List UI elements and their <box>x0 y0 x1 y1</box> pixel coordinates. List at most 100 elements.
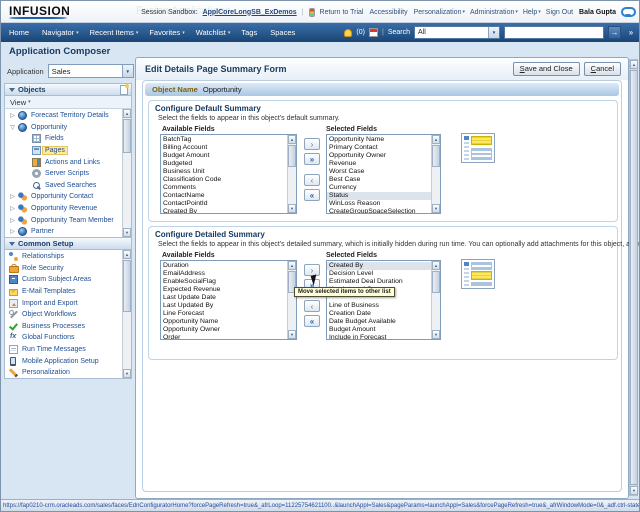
tree-item[interactable]: ▷ Opportunity Team Member <box>5 214 122 226</box>
common-setup-item[interactable]: Relationships <box>5 251 122 263</box>
list-item[interactable]: CreateGroupSpaceSelection <box>327 208 431 213</box>
scroll-up-icon[interactable]: ▲ <box>123 250 131 259</box>
scroll-up-icon[interactable]: ▲ <box>630 60 638 69</box>
selected-fields-list[interactable]: Created By Decision Level Estimated Deal D… <box>326 260 441 340</box>
expander-icon[interactable]: ▽ <box>9 124 16 131</box>
move-up-button[interactable] <box>446 163 455 170</box>
global-link[interactable]: Personalization ▾ <box>414 9 465 16</box>
list-item[interactable]: Opportunity Owner <box>161 326 287 334</box>
list-item[interactable]: WinLoss Reason <box>327 200 431 208</box>
list-item[interactable]: Date Budget Available <box>327 318 431 326</box>
common-setup-scrollbar[interactable]: ▲ ▼ <box>122 250 131 378</box>
tree-item[interactable]: ▷ Partner <box>5 226 122 237</box>
expander-icon[interactable]: ▷ <box>9 112 16 119</box>
list-item[interactable]: Billing Account <box>161 144 287 152</box>
search-go-button[interactable]: → <box>608 26 621 39</box>
list-scrollbar[interactable]: ▲ ▼ <box>287 261 296 339</box>
common-setup-item[interactable]: E-Mail Templates <box>5 286 122 298</box>
dropdown-arrow-icon[interactable]: ▼ <box>488 27 499 38</box>
scroll-up-icon[interactable]: ▲ <box>288 261 296 270</box>
global-link[interactable]: Administration ▾ <box>470 9 518 16</box>
expander-icon[interactable]: ▷ <box>9 228 16 235</box>
global-link[interactable]: Help ▾ <box>523 9 541 16</box>
list-item[interactable]: Created By <box>327 262 431 270</box>
scroll-down-icon[interactable]: ▼ <box>432 204 440 213</box>
move-selected-right-button[interactable]: › <box>304 138 320 150</box>
tree-item[interactable]: ▷ Opportunity Revenue <box>5 203 122 215</box>
nav-item[interactable]: Navigator ▾ <box>42 28 79 37</box>
collapse-icon[interactable] <box>9 87 15 95</box>
notifications-bell-icon[interactable] <box>344 28 353 37</box>
list-item[interactable]: Opportunity Name <box>327 136 431 144</box>
view-menu-button[interactable]: View <box>10 98 26 107</box>
scroll-thumb[interactable] <box>432 271 440 293</box>
available-fields-list[interactable]: Duration EmailAddress EnableSocialFlag Expe… <box>160 260 297 340</box>
scroll-down-icon[interactable]: ▼ <box>630 486 638 495</box>
list-item[interactable]: Line of Business <box>327 302 431 310</box>
global-link[interactable]: Sign Out <box>546 9 574 16</box>
objects-panel-header[interactable]: Objects <box>4 83 132 96</box>
tree-item[interactable]: Server Scripts <box>5 168 122 180</box>
list-item[interactable]: Budgeted <box>161 160 287 168</box>
common-setup-item[interactable]: Personalization <box>5 367 122 378</box>
list-scrollbar[interactable]: ▲ ▼ <box>287 135 296 213</box>
common-setup-item[interactable]: Role Security <box>5 263 122 275</box>
search-input[interactable] <box>504 26 604 39</box>
scroll-thumb[interactable] <box>123 119 131 153</box>
nav-item[interactable]: Watchlist ▾ <box>196 28 231 37</box>
list-scrollbar[interactable]: ▲ ▼ <box>431 261 440 339</box>
cancel-button[interactable]: Cancel <box>583 62 621 76</box>
common-setup-item[interactable]: Global Functions <box>5 332 122 344</box>
list-item[interactable]: Classification Code <box>161 176 287 184</box>
page-scrollbar[interactable]: ▲ ▼ <box>629 59 638 496</box>
scroll-thumb[interactable] <box>123 260 131 312</box>
new-object-icon[interactable] <box>120 83 129 95</box>
scroll-down-icon[interactable]: ▼ <box>288 204 296 213</box>
scroll-down-icon[interactable]: ▼ <box>123 369 131 378</box>
nav-item[interactable]: Spaces <box>270 28 297 37</box>
move-bottom-button[interactable] <box>446 313 455 320</box>
move-selected-left-button[interactable]: ‹ <box>304 174 320 186</box>
scroll-down-icon[interactable]: ▼ <box>123 228 131 237</box>
scroll-thumb[interactable] <box>288 145 296 167</box>
common-setup-item[interactable]: Import and Export <box>5 297 122 309</box>
global-link[interactable]: Accessibility <box>369 9 408 16</box>
list-item[interactable]: Decision Level <box>327 270 431 278</box>
nav-item[interactable]: Favorites ▾ <box>149 28 184 37</box>
scroll-up-icon[interactable]: ▲ <box>288 135 296 144</box>
nav-item[interactable]: Recent Items ▾ <box>90 28 139 37</box>
list-item[interactable]: Opportunity Owner <box>327 152 431 160</box>
move-top-button[interactable] <box>446 151 455 158</box>
move-down-button[interactable] <box>446 175 455 182</box>
list-item[interactable]: Worst Case <box>327 168 431 176</box>
list-item[interactable]: Last Updated By <box>161 302 287 310</box>
list-scrollbar[interactable]: ▲ ▼ <box>431 135 440 213</box>
list-item[interactable]: Duration <box>161 262 287 270</box>
collapse-icon[interactable] <box>9 241 15 249</box>
tree-item[interactable]: Fields <box>5 133 122 145</box>
list-item[interactable]: Creation Date <box>327 310 431 318</box>
move-up-button[interactable] <box>446 289 455 296</box>
move-top-button[interactable] <box>446 277 455 284</box>
list-item[interactable]: Primary Contact <box>327 144 431 152</box>
list-item[interactable]: Last Update Date <box>161 294 287 302</box>
dropdown-arrow-icon[interactable]: ▼ <box>121 65 133 77</box>
list-item[interactable]: BatchTag <box>161 136 287 144</box>
move-down-button[interactable] <box>446 301 455 308</box>
list-item[interactable]: Budget Amount <box>327 326 431 334</box>
session-sandbox-link[interactable]: ApplCoreLongSB_ExDemos <box>203 9 297 16</box>
search-scope-select[interactable]: All ▼ <box>414 26 500 39</box>
common-setup-item[interactable]: Business Processes <box>5 321 122 333</box>
scroll-up-icon[interactable]: ▲ <box>123 109 131 118</box>
tree-scrollbar[interactable]: ▲ ▼ <box>122 109 131 237</box>
selected-fields-list[interactable]: Opportunity Name Primary Contact Opportuni… <box>326 134 441 214</box>
scroll-thumb[interactable] <box>630 70 638 485</box>
list-item[interactable]: Opportunity Name <box>161 318 287 326</box>
calendar-icon[interactable] <box>368 28 378 37</box>
global-link[interactable]: Return to Trial <box>320 9 365 16</box>
list-item[interactable]: Expected Revenue <box>161 286 287 294</box>
list-item[interactable]: Status <box>327 192 431 200</box>
common-setup-panel-header[interactable]: Common Setup <box>4 237 132 250</box>
move-all-left-button[interactable]: « <box>304 315 320 327</box>
available-fields-list[interactable]: BatchTag Billing Account Budget Amount Budg… <box>160 134 297 214</box>
